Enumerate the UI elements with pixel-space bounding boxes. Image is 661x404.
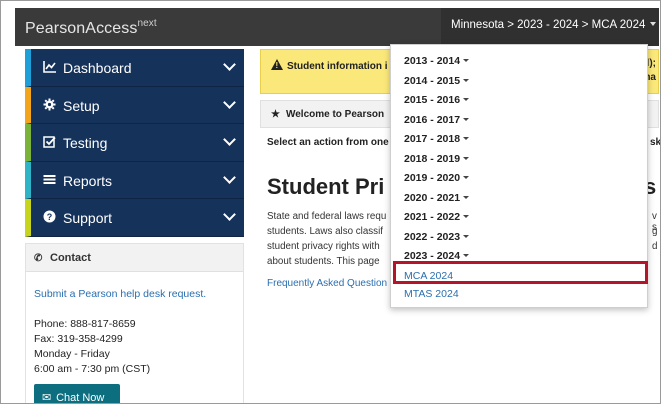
chevron-down-icon bbox=[223, 58, 236, 71]
dropdown-year-2016-2017[interactable]: 2016 - 2017 bbox=[404, 113, 470, 126]
sidebar-item-support[interactable]: ? Support bbox=[25, 199, 244, 237]
warning-icon bbox=[271, 59, 283, 70]
year-label: 2018 - 2019 bbox=[404, 152, 461, 165]
sidebar-item-label: Dashboard bbox=[63, 60, 132, 76]
contact-header: ✆ Contact bbox=[26, 244, 243, 272]
caret-down-icon bbox=[650, 22, 657, 26]
contact-fax: Fax: 319-358-4299 bbox=[34, 333, 123, 345]
year-label: 2019 - 2020 bbox=[404, 172, 461, 184]
year-label: 2016 - 2017 bbox=[404, 113, 461, 126]
chat-now-button[interactable]: ✉ Chat Now bbox=[34, 384, 120, 404]
sidebar-item-setup[interactable]: Setup bbox=[25, 86, 244, 124]
context-label: Minnesota > 2023 - 2024 > MCA 2024 bbox=[451, 19, 646, 31]
chevron-down-icon bbox=[223, 208, 236, 221]
list-icon bbox=[43, 173, 57, 187]
contact-days: Monday - Friday bbox=[34, 348, 110, 360]
sidebar-item-dashboard[interactable]: Dashboard bbox=[25, 49, 244, 87]
caret-down-icon bbox=[463, 234, 470, 238]
contact-panel: ✆ Contact Submit a Pearson help desk requ… bbox=[25, 243, 244, 404]
select-action-fragment: sk bbox=[650, 137, 661, 148]
checkbox-icon bbox=[43, 135, 57, 149]
body-text-line: about students. This page bbox=[267, 256, 380, 267]
year-label: 2022 - 2023 bbox=[404, 230, 461, 243]
dropdown-year-2021-2022[interactable]: 2021 - 2022 bbox=[404, 211, 470, 223]
year-label: 2020 - 2021 bbox=[404, 191, 461, 204]
brand-logo[interactable]: PearsonAccessnext bbox=[25, 18, 157, 38]
brand-name: PearsonAccess bbox=[25, 20, 138, 37]
star-icon: ★ bbox=[271, 109, 280, 120]
question-circle-icon: ? bbox=[43, 210, 57, 224]
dropdown-year-2014-2015[interactable]: 2014 - 2015 bbox=[404, 74, 470, 87]
selection-highlight-box bbox=[393, 261, 648, 284]
dropdown-test-mtas-2024[interactable]: MTAS 2024 bbox=[404, 288, 459, 300]
caret-down-icon bbox=[463, 78, 470, 82]
chevron-down-icon bbox=[223, 170, 236, 184]
body-text-line: students. Laws also classif bbox=[267, 226, 383, 237]
top-bar: PearsonAccessnext Minnesota > 2023 - 202… bbox=[15, 8, 659, 46]
year-label: 2015 - 2016 bbox=[404, 94, 461, 106]
chart-line-icon bbox=[43, 60, 57, 74]
contact-title: Contact bbox=[50, 252, 91, 264]
year-label: 2021 - 2022 bbox=[404, 211, 461, 223]
caret-down-icon bbox=[463, 176, 470, 179]
welcome-title: ★ Welcome to Pearson bbox=[271, 109, 384, 120]
svg-text:?: ? bbox=[47, 212, 53, 222]
alert-text: Student information i bbox=[287, 61, 388, 72]
caret-down-icon bbox=[463, 215, 470, 218]
chevron-down-icon bbox=[223, 95, 236, 109]
year-label: 2017 - 2018 bbox=[404, 133, 461, 145]
chat-bubble-icon: ✉ bbox=[42, 392, 52, 404]
dropdown-year-2022-2023[interactable]: 2022 - 2023 bbox=[404, 230, 470, 243]
body-text-fragment: d bbox=[652, 241, 658, 252]
chat-now-label: Chat Now bbox=[56, 392, 105, 404]
body-text-line: student privacy rights with bbox=[267, 241, 380, 252]
year-label: 2014 - 2015 bbox=[404, 74, 461, 87]
brand-superscript: next bbox=[137, 18, 157, 29]
caret-down-icon bbox=[463, 98, 470, 101]
body-text-fragment: g bbox=[652, 226, 658, 237]
caret-down-icon bbox=[463, 117, 470, 121]
contact-phone: Phone: 888-817-8659 bbox=[34, 318, 136, 330]
year-label: 2013 - 2014 bbox=[404, 55, 461, 67]
help-desk-link[interactable]: Submit a Pearson help desk request. bbox=[34, 288, 206, 300]
caret-down-icon bbox=[463, 254, 470, 257]
sidebar-nav: Dashboard Setup Testing Reports ? Suppor… bbox=[25, 49, 244, 237]
sidebar-item-label: Reports bbox=[63, 172, 113, 189]
dropdown-year-2017-2018[interactable]: 2017 - 2018 bbox=[404, 133, 470, 145]
dropdown-year-2013-2014[interactable]: 2013 - 2014 bbox=[404, 55, 470, 67]
sidebar-item-label: Setup bbox=[63, 97, 100, 114]
sidebar-item-reports[interactable]: Reports bbox=[25, 161, 244, 199]
contact-hours: 6:00 am - 7:30 pm (CST) bbox=[34, 363, 151, 375]
phone-icon: ✆ bbox=[34, 253, 43, 264]
dropdown-year-2018-2019[interactable]: 2018 - 2019 bbox=[404, 152, 470, 165]
chevron-down-icon bbox=[223, 133, 236, 146]
dropdown-year-2020-2021[interactable]: 2020 - 2021 bbox=[404, 191, 470, 204]
dropdown-year-2015-2016[interactable]: 2015 - 2016 bbox=[404, 94, 470, 106]
page-title: Student Pri bbox=[267, 174, 385, 199]
dropdown-year-2019-2020[interactable]: 2019 - 2020 bbox=[404, 172, 470, 184]
body-text-line: State and federal laws requ bbox=[267, 211, 387, 222]
welcome-label: Welcome to Pearson bbox=[285, 109, 385, 120]
select-action-text: Select an action from one bbox=[267, 137, 389, 148]
caret-down-icon bbox=[463, 137, 470, 140]
sidebar-item-testing[interactable]: Testing bbox=[25, 124, 244, 162]
app-frame: PearsonAccessnext Minnesota > 2023 - 202… bbox=[0, 0, 661, 404]
faq-link[interactable]: Frequently Asked Question bbox=[267, 278, 387, 289]
context-selector-button[interactable]: Minnesota > 2023 - 2024 > MCA 2024 bbox=[441, 8, 659, 46]
alert-message: Student information i bbox=[271, 59, 388, 72]
sidebar-item-label: Testing bbox=[63, 135, 108, 151]
caret-down-icon bbox=[463, 59, 470, 62]
caret-down-icon bbox=[463, 156, 470, 160]
gear-icon bbox=[43, 98, 57, 112]
sidebar-item-label: Support bbox=[63, 210, 113, 226]
caret-down-icon bbox=[463, 195, 470, 199]
